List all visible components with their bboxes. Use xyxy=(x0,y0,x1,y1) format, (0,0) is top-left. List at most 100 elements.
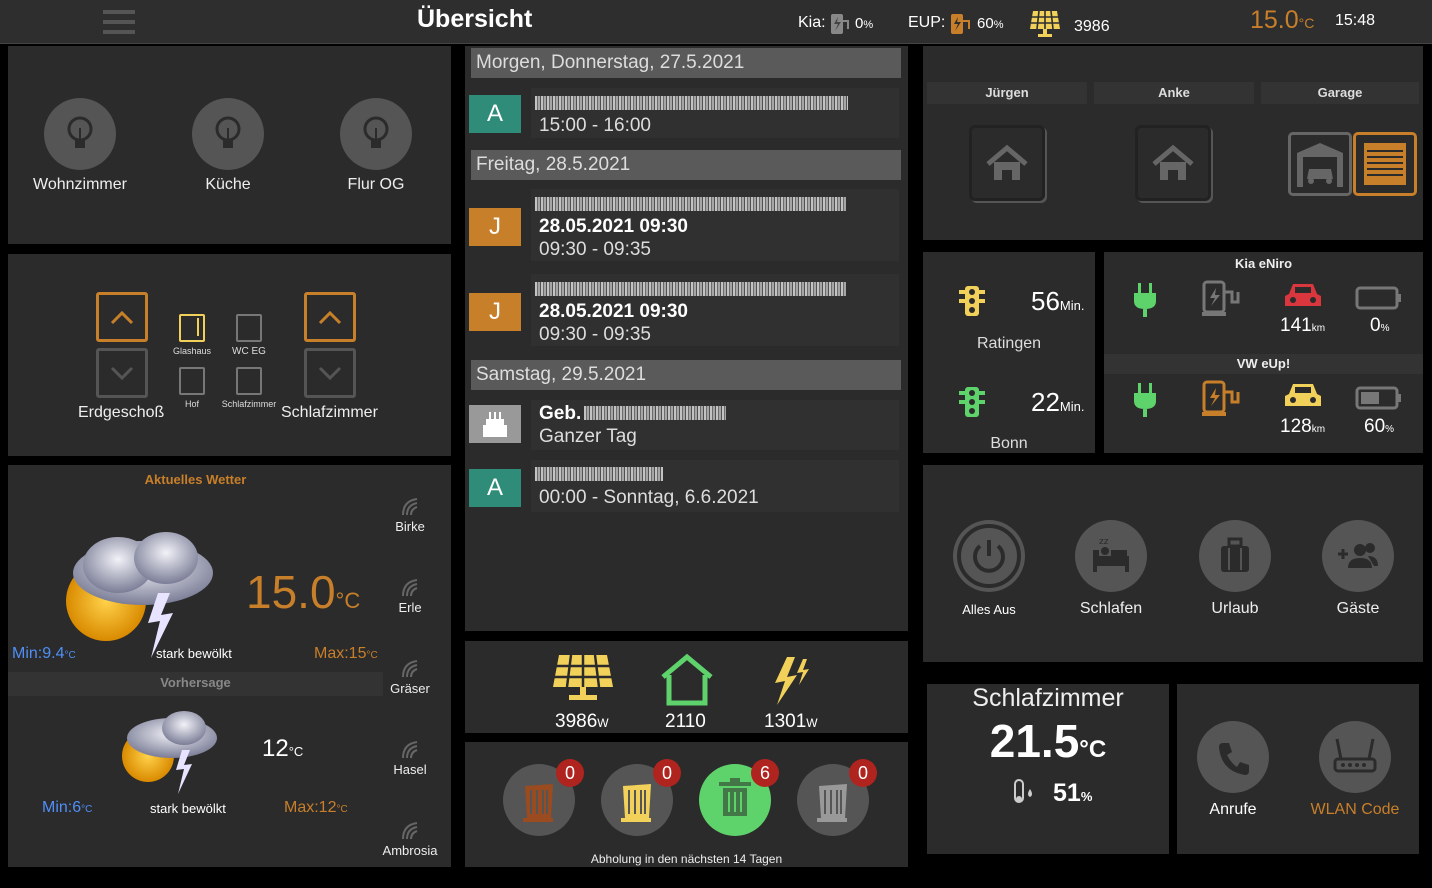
light-kueche[interactable]: Küche xyxy=(176,98,280,194)
ev-charger-icon xyxy=(1200,278,1246,323)
traffic-destination: Ratingen xyxy=(976,335,1042,352)
scene-alles-aus[interactable]: Alles Aus xyxy=(943,520,1035,617)
scene-label: Schlafen xyxy=(1079,600,1143,617)
car-name: Kia eNiro xyxy=(1234,256,1293,271)
event-time: 15:00 - 16:00 xyxy=(539,115,651,136)
window-glashaus[interactable]: Glashaus xyxy=(168,314,216,356)
scene-label: Alles Aus xyxy=(962,602,1016,617)
window-label: Schlafzimmer xyxy=(221,399,277,409)
menu-icon[interactable] xyxy=(103,10,135,38)
window-label: Hof xyxy=(184,399,199,409)
pollen-birke[interactable]: Birke xyxy=(380,495,440,534)
pollen-graeser[interactable]: Gräser xyxy=(380,657,440,696)
window-wc-eg[interactable]: WC EG xyxy=(225,314,273,357)
window-closed-icon xyxy=(236,314,262,342)
solar-power-value: 3986 xyxy=(1074,18,1110,35)
car-range: 141km xyxy=(1280,315,1326,336)
waste-count-badge: 6 xyxy=(751,759,779,787)
top-bar: Übersicht Kia: 0% EUP: 60% 3986 15.0°C 1… xyxy=(0,0,1432,44)
window-hof[interactable]: Hof xyxy=(168,367,216,409)
window-schlafzimmer[interactable]: Schlafzimmer xyxy=(216,367,282,409)
pollen-hasel[interactable]: Hasel xyxy=(380,738,440,777)
energy-panel: 3986W 2110 1301W xyxy=(465,641,908,733)
traffic-time: 56Min. xyxy=(1031,286,1085,316)
car-icon xyxy=(1283,380,1323,417)
weather-current-desc: stark bewölkt xyxy=(156,646,232,661)
garage-car-icon xyxy=(1297,143,1343,187)
solar-panel-icon xyxy=(551,653,615,708)
car-icon xyxy=(1283,280,1323,317)
garage-door-button[interactable] xyxy=(1353,132,1417,196)
redacted-text xyxy=(535,467,663,481)
weather-forecast-desc: stark bewölkt xyxy=(150,801,226,816)
scene-gaeste[interactable]: Gäste xyxy=(1312,520,1404,618)
page-title: Übersicht xyxy=(417,5,533,33)
presence-anke-button[interactable] xyxy=(1135,125,1211,201)
shutter-group-label: Erdgeschoß xyxy=(78,404,165,421)
scene-schlafen[interactable]: zz Schlafen xyxy=(1065,520,1157,618)
lightbulb-icon xyxy=(192,98,264,170)
waste-count-badge: 0 xyxy=(653,759,681,787)
traffic-light-icon xyxy=(957,385,987,424)
event-time: 00:00 - Sonntag, 6.6.2021 xyxy=(539,487,759,508)
calls-button[interactable]: Anrufe xyxy=(1195,721,1271,819)
event-title: 28.05.2021 09:30 xyxy=(539,301,688,322)
kia-charge-unit: % xyxy=(863,19,874,31)
shutters-panel: Erdgeschoß Glashaus WC EG Hof Schlafzimm… xyxy=(8,254,451,456)
chevron-down-icon xyxy=(318,366,342,381)
weather-panel: Aktuelles Wetter 15.0°C Min:9.4°C stark … xyxy=(8,465,451,867)
svg-text:zz: zz xyxy=(1099,537,1109,547)
garage-car-button[interactable] xyxy=(1288,132,1352,196)
presence-name: Anke xyxy=(1094,82,1254,104)
weather-current-title: Aktuelles Wetter xyxy=(144,472,247,487)
power-icon xyxy=(953,520,1025,592)
pollen-icon xyxy=(399,819,421,841)
weather-forecast-title: Vorhersage xyxy=(8,672,383,696)
shutter-up-button[interactable] xyxy=(304,292,356,342)
chevron-down-icon xyxy=(110,366,134,381)
event-title: 28.05.2021 09:30 xyxy=(539,216,688,237)
plug-icon xyxy=(1128,279,1162,324)
weather-current-min: Min:9.4°C xyxy=(12,645,76,662)
redacted-text xyxy=(584,406,726,420)
phone-icon xyxy=(1197,721,1269,793)
shutter-up-button[interactable] xyxy=(96,292,148,342)
weather-current-temp: 15.0 xyxy=(246,566,336,618)
solar-panel-icon xyxy=(1028,9,1062,39)
shutter-down-button[interactable] xyxy=(96,348,148,398)
calendar-date-header: Freitag, 28.5.2021 xyxy=(471,150,901,180)
ev-charger-icon xyxy=(949,11,975,37)
light-label: Wohnzimmer xyxy=(33,176,127,193)
car-battery: 60% xyxy=(1364,416,1395,437)
pollen-icon xyxy=(399,657,421,679)
event-title: Geb. xyxy=(539,403,582,424)
presence-juergen-button[interactable] xyxy=(969,125,1045,201)
kia-label: Kia: xyxy=(798,14,826,31)
light-flur-og[interactable]: Flur OG xyxy=(324,98,428,194)
outside-temp-unit: °C xyxy=(1298,15,1315,31)
pollen-icon xyxy=(399,495,421,517)
room-climate-panel[interactable]: Schlafzimmer 21.5°C 51% xyxy=(927,684,1169,854)
light-label: Küche xyxy=(205,176,251,193)
wlan-code-button[interactable]: WLAN Code xyxy=(1305,721,1405,819)
lightning-icon xyxy=(767,653,813,712)
eup-charge-value: 60 xyxy=(977,15,994,32)
car-name: VW eUp! xyxy=(1104,354,1423,374)
pollen-icon xyxy=(399,576,421,598)
lights-panel: Wohnzimmer Küche Flur OG xyxy=(8,46,451,244)
house-icon xyxy=(1152,144,1194,180)
shutter-down-button[interactable] xyxy=(304,348,356,398)
ev-charger-icon xyxy=(1200,378,1246,423)
cars-panel: Kia eNiro 141km 0% VW eUp! 128km 60% xyxy=(1104,252,1423,453)
scene-urlaub[interactable]: Urlaub xyxy=(1189,520,1281,618)
pollen-erle[interactable]: Erle xyxy=(380,576,440,615)
pollen-ambrosia[interactable]: Ambrosia xyxy=(380,819,440,858)
house-icon xyxy=(659,653,715,712)
calendar-badge: A xyxy=(469,95,521,133)
humidity-icon xyxy=(1011,777,1037,812)
bed-icon: zz xyxy=(1075,520,1147,592)
car-range: 128km xyxy=(1280,416,1326,437)
presence-panel: Jürgen Anke Garage xyxy=(923,46,1423,240)
waste-panel: 0 0 6 0 Abholung in den nächsten 14 Tage… xyxy=(465,742,908,867)
light-wohnzimmer[interactable]: Wohnzimmer xyxy=(28,98,132,194)
